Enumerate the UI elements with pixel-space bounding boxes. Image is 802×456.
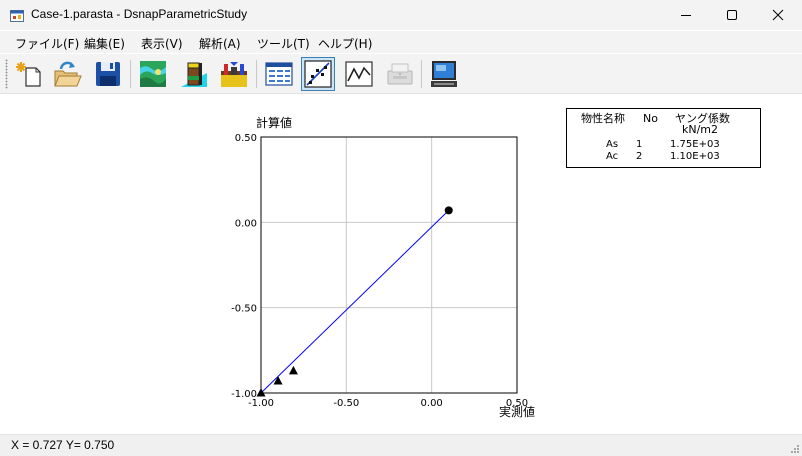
legend-header-no: No: [643, 112, 658, 125]
legend-row-value: 1.75E+03: [670, 139, 720, 150]
app-icon: [10, 10, 24, 22]
line-graph-icon: [345, 61, 373, 87]
legend-row-name: As: [606, 139, 618, 150]
title-bar: Case-1.parasta - DsnapParametricStudy: [0, 0, 802, 30]
new-button[interactable]: [12, 57, 46, 91]
terrain-button[interactable]: [136, 57, 170, 91]
legend-row-value: 1.10E+03: [670, 151, 720, 162]
computer-display-icon: [431, 61, 457, 87]
y-axis-label: 計算値: [256, 115, 292, 130]
menu-bar: ファイル(F) 編集(E) 表示(V) 解析(A) ツール(T) ヘルプ(H): [0, 31, 802, 53]
legend-row-no: 2: [636, 151, 642, 162]
x-axis-label: 実測値: [499, 404, 535, 419]
fit-line: [260, 210, 450, 394]
window-title: Case-1.parasta - DsnapParametricStudy: [31, 7, 248, 21]
toolbar-separator: [256, 60, 257, 88]
resize-grip-icon[interactable]: [788, 442, 800, 454]
print-preview-button[interactable]: [383, 57, 417, 91]
scatter-chart: -1.00 -0.50 0.00 0.500.500.00-0.50-1.00 計算値…: [231, 108, 761, 419]
maximize-button[interactable]: [709, 0, 755, 30]
y-tick-label: 0.00: [235, 218, 257, 229]
legend-unit: kN/m2: [682, 123, 718, 136]
data-point-triangle: [273, 376, 283, 385]
legend-header-name: 物性名称: [581, 111, 625, 125]
save-disk-icon: [96, 62, 120, 86]
minimize-icon: [681, 15, 691, 16]
y-tick-label: 0.50: [235, 133, 257, 144]
table-view-icon: [265, 62, 293, 86]
x-tick-label: 0.00: [421, 398, 443, 409]
close-button[interactable]: [755, 0, 801, 30]
menu-tools[interactable]: ツール(T): [257, 35, 310, 52]
minimize-button[interactable]: [663, 0, 709, 30]
close-icon: [772, 9, 784, 21]
open-folder-icon: [54, 61, 82, 87]
new-file-icon: [16, 62, 41, 87]
toolbar-separator: [130, 60, 131, 88]
regression-line: [260, 210, 450, 394]
ground-model-button[interactable]: [217, 57, 251, 91]
y-tick-label: -0.50: [231, 304, 257, 315]
line-graph-button[interactable]: [342, 57, 376, 91]
table-view-button[interactable]: [262, 57, 296, 91]
scatter-plot-button[interactable]: [301, 57, 335, 91]
ground-model-icon: [221, 62, 247, 87]
plot-frame: [260, 136, 518, 394]
scatter-plot-icon: [304, 60, 332, 88]
menu-view[interactable]: 表示(V): [141, 35, 183, 52]
print-preview-icon: [387, 63, 413, 85]
legend-row-no: 1: [636, 139, 642, 150]
computer-button[interactable]: [427, 57, 461, 91]
toolbar-grip[interactable]: [5, 59, 8, 89]
data-point-triangle: [288, 365, 298, 375]
menu-analysis[interactable]: 解析(A): [199, 35, 241, 52]
menu-file[interactable]: ファイル(F): [15, 35, 79, 52]
data-point-circle: [444, 206, 453, 215]
cursor-coordinates: X = 0.727 Y= 0.750: [11, 438, 115, 452]
x-tick-label: -0.50: [333, 398, 359, 409]
menu-edit[interactable]: 編集(E): [84, 35, 125, 52]
soil-column-icon: [181, 62, 207, 87]
plot-area[interactable]: -1.00 -0.50 0.00 0.50 0.50 0.00 -0.50 -1.00 計算値…: [0, 95, 802, 434]
terrain-map-icon: [140, 61, 166, 87]
legend-box: 物性名称 No ヤング係数 kN/m2 As 1 1.75E+03 Ac 2 1…: [566, 108, 761, 168]
toolbar-separator: [421, 60, 422, 88]
maximize-icon: [727, 10, 737, 20]
legend-row-name: Ac: [606, 151, 618, 162]
toolbar: [0, 54, 802, 94]
y-tick-label: -1.00: [231, 389, 257, 400]
menu-help[interactable]: ヘルプ(H): [318, 35, 372, 52]
open-button[interactable]: [50, 57, 84, 91]
soil-column-button[interactable]: [177, 57, 211, 91]
status-bar: X = 0.727 Y= 0.750: [0, 434, 802, 456]
chart-grid: [260, 136, 518, 394]
axis-ticks: -1.00 -0.50 0.00 0.500.500.00-0.50-1.00: [231, 133, 528, 409]
save-button[interactable]: [91, 57, 125, 91]
